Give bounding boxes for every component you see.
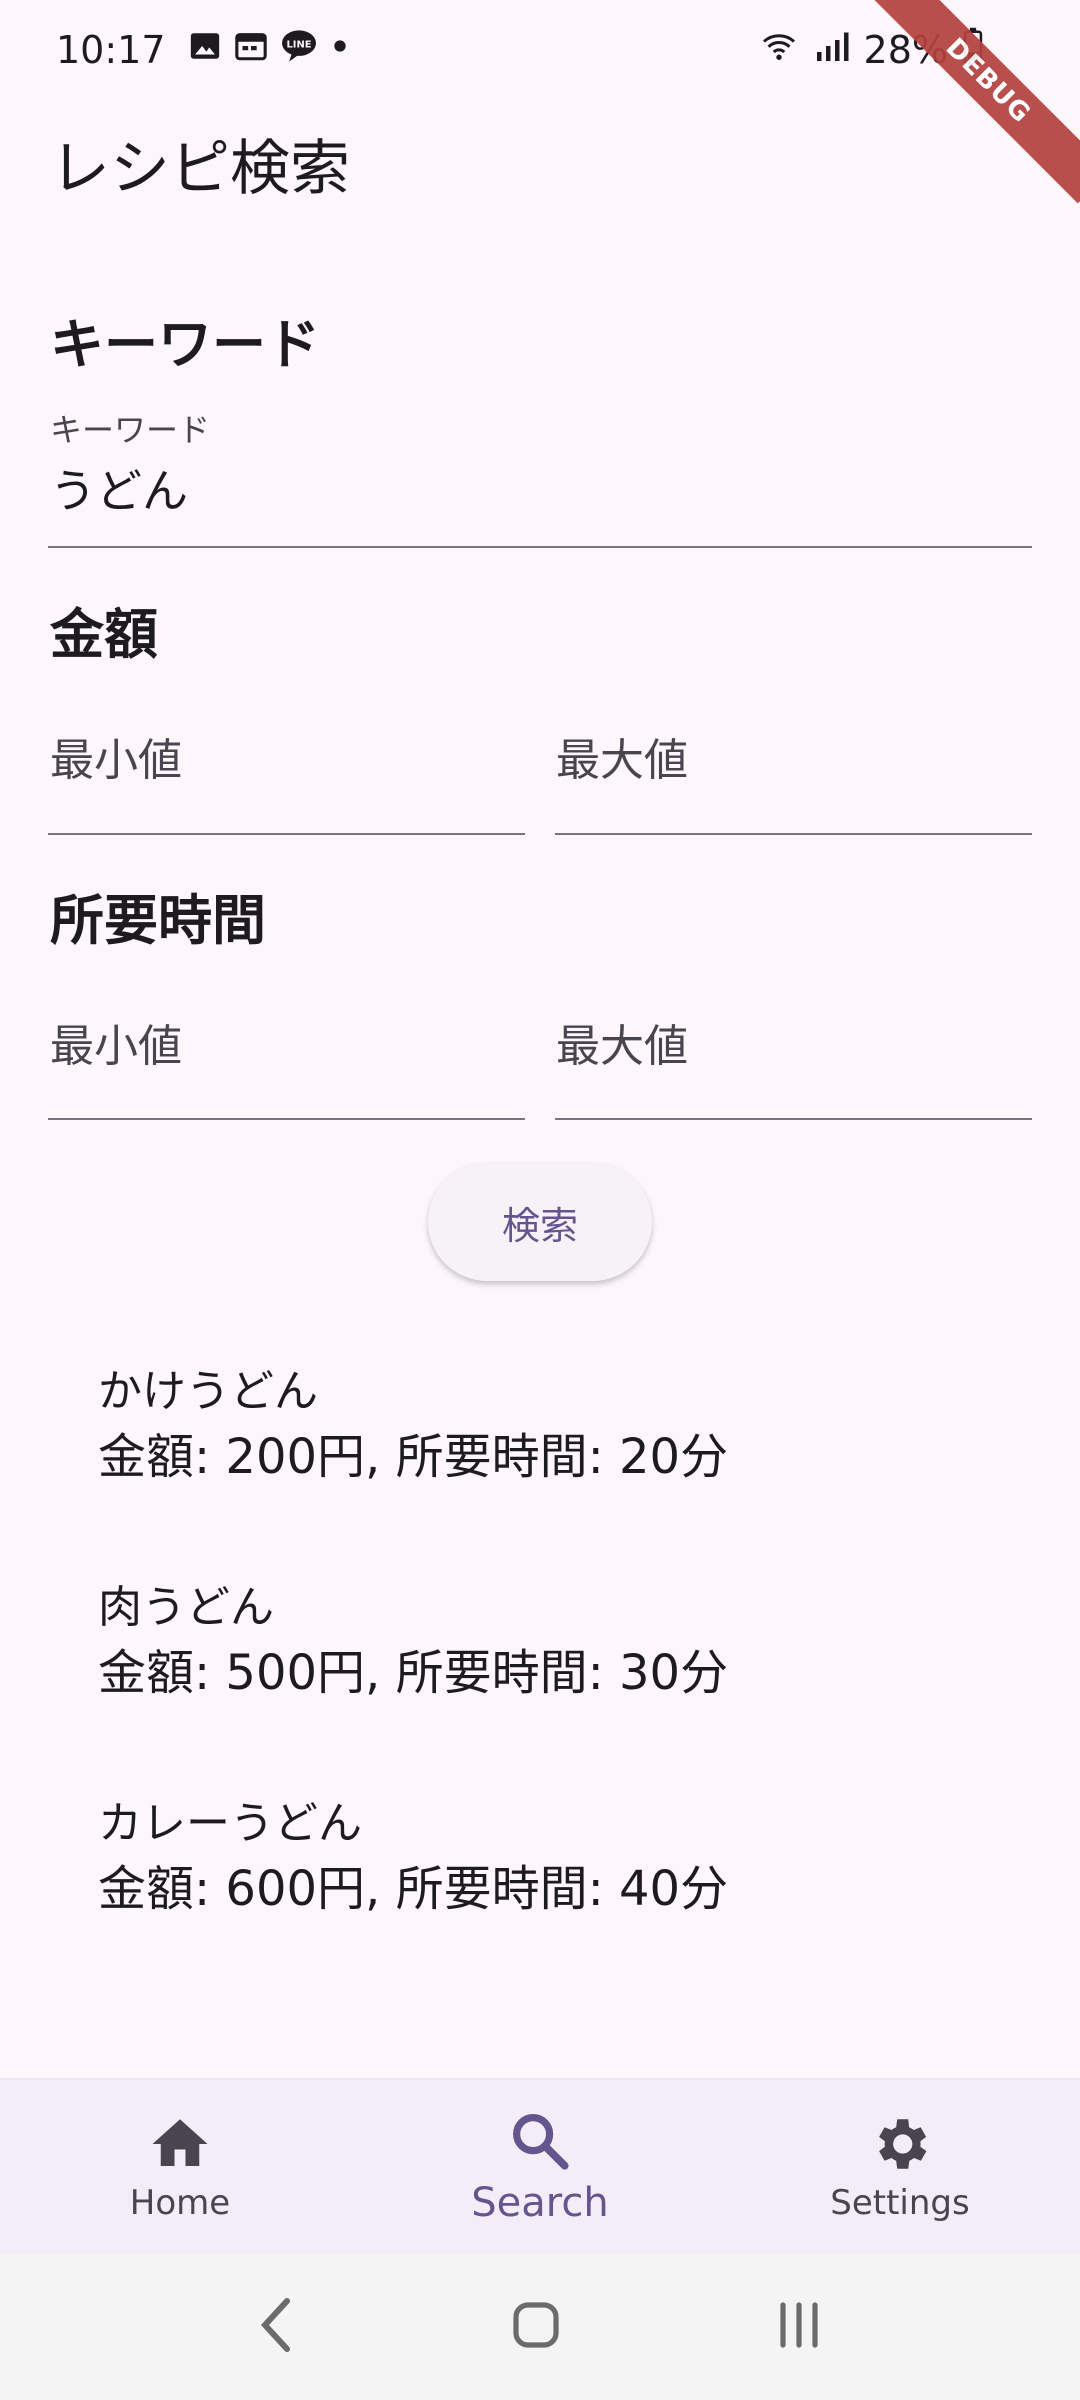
status-time: 10:17 [56, 28, 166, 72]
price-max-underline [555, 833, 1032, 835]
list-item[interactable]: カレーうどん 金額: 600円, 所要時間: 40分 [98, 1794, 728, 1924]
price-max-input[interactable]: 最大値 [556, 724, 688, 788]
result-name: 肉うどん [98, 1582, 274, 1633]
home-button-icon[interactable] [510, 2299, 562, 2355]
result-detail: 金額: 500円, 所要時間: 30分 [98, 1645, 729, 1701]
result-name: かけうどん [98, 1366, 318, 1417]
nav-item-search[interactable]: Search [360, 2080, 720, 2254]
home-icon [152, 2119, 208, 2166]
keyword-heading: キーワード [50, 313, 320, 376]
nav-item-home[interactable]: Home [0, 2080, 360, 2254]
keyword-input[interactable]: うどん [50, 455, 188, 521]
signal-icon [814, 28, 850, 73]
dot-icon [330, 28, 350, 72]
svg-text:LINE: LINE [286, 39, 311, 50]
price-min-underline [48, 833, 525, 835]
gear-icon [879, 2119, 927, 2169]
price-heading: 金額 [50, 603, 158, 666]
list-item[interactable]: 肉うどん 金額: 500円, 所要時間: 30分 [98, 1578, 728, 1708]
time-heading: 所要時間 [50, 889, 266, 952]
bottom-nav: Home Search Settings [0, 2078, 1080, 2254]
result-detail: 金額: 200円, 所要時間: 20分 [98, 1429, 729, 1485]
search-icon [513, 2114, 569, 2170]
search-button[interactable]: 検索 [428, 1163, 652, 1281]
line-icon: LINE [280, 28, 318, 72]
result-detail: 金額: 600円, 所要時間: 40分 [98, 1861, 729, 1917]
time-max-input[interactable]: 最大値 [556, 1010, 688, 1074]
nav-item-settings[interactable]: Settings [720, 2080, 1080, 2254]
gallery-icon [188, 28, 222, 72]
keyword-underline [48, 546, 1032, 548]
time-max-underline [555, 1118, 1032, 1120]
price-min-input[interactable]: 最小値 [50, 724, 182, 788]
back-icon[interactable] [255, 2295, 299, 2359]
time-min-input[interactable]: 最小値 [50, 1010, 182, 1074]
system-nav-bar [0, 2254, 1080, 2400]
page-title: レシピ検索 [50, 134, 350, 204]
nav-label-settings: Settings [830, 2183, 970, 2223]
keyword-field-label: キーワード [50, 411, 211, 449]
wifi-icon [758, 28, 800, 73]
nav-label-search: Search [471, 2180, 609, 2226]
nav-label-home: Home [129, 2183, 231, 2223]
recents-icon[interactable] [773, 2299, 825, 2355]
time-min-underline [48, 1118, 525, 1120]
calendar-icon [234, 28, 268, 72]
result-name: カレーうどん [98, 1798, 362, 1849]
list-item[interactable]: かけうどん 金額: 200円, 所要時間: 20分 [98, 1362, 728, 1492]
